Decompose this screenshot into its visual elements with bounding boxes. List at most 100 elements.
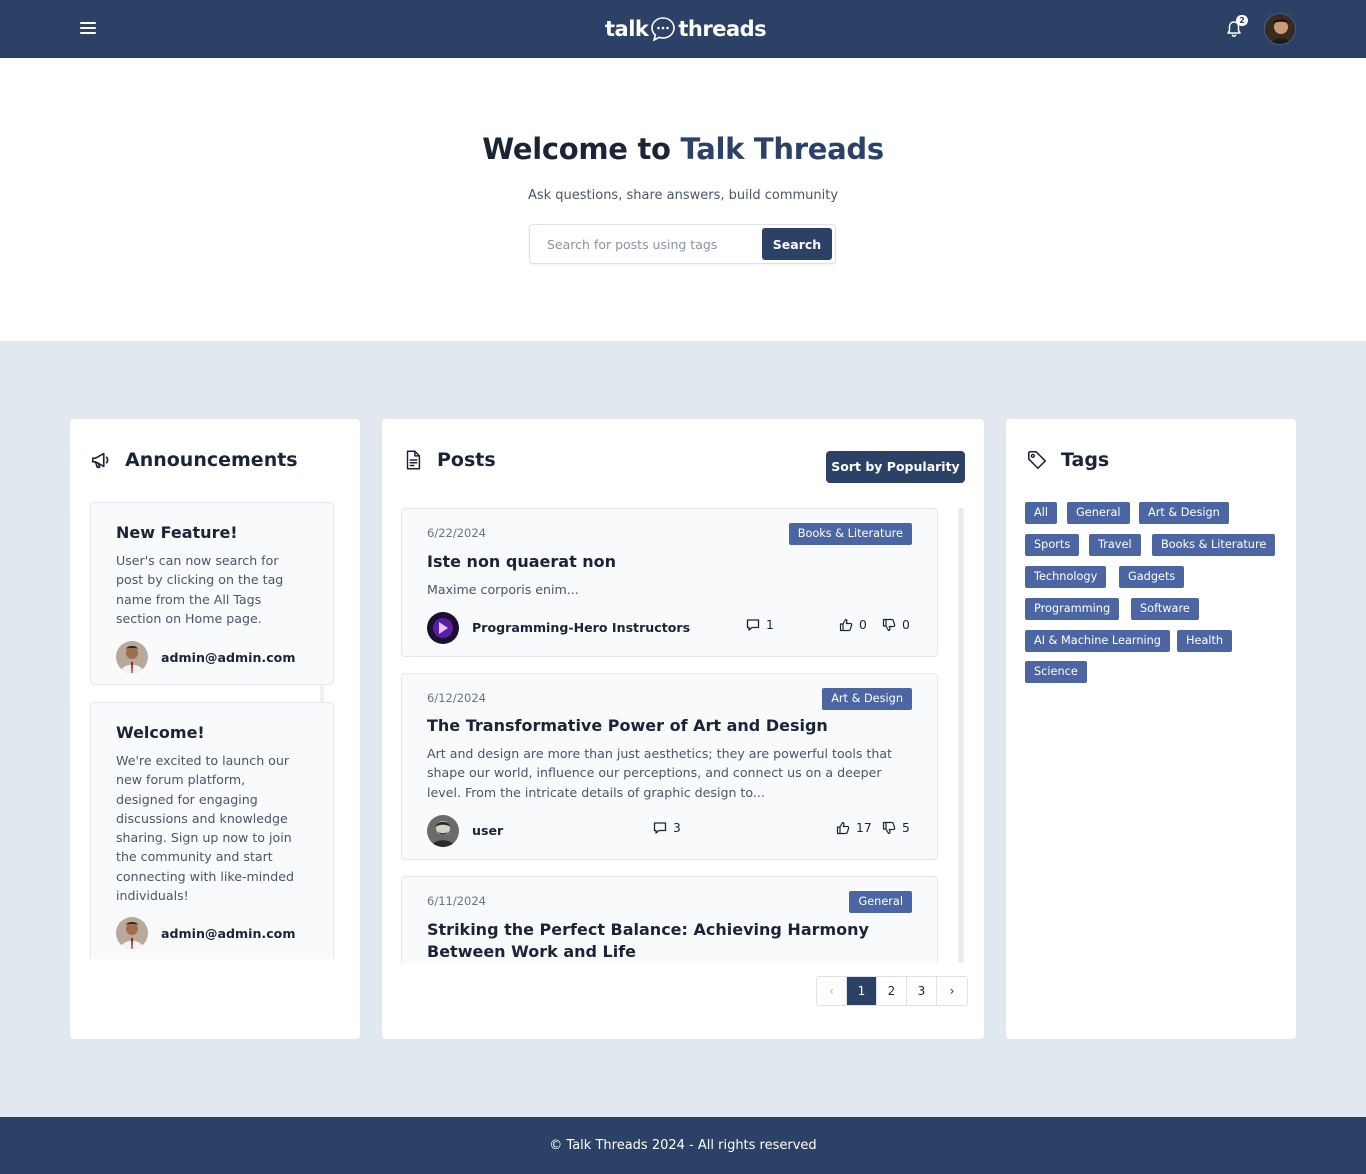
tag-health[interactable]: Health	[1177, 630, 1233, 652]
hero-title: Welcome to Talk Threads	[0, 132, 1366, 166]
thumbs-down-icon	[882, 618, 896, 632]
tag-sports[interactable]: Sports	[1025, 534, 1080, 556]
tags-header: Tags	[1026, 449, 1109, 471]
post-meta: Programming-Hero Instructors 1 0 0	[427, 612, 912, 644]
post-card[interactable]: 6/22/2024 Books & Literature Iste non qu…	[401, 508, 938, 657]
announcement-author: admin@admin.com	[116, 917, 295, 949]
footer: © Talk Threads 2024 - All rights reserve…	[0, 1117, 1366, 1174]
pagination-prev-button[interactable]: ‹	[817, 977, 847, 1005]
posts-header: Posts	[402, 449, 496, 471]
downvote-count: 5	[902, 821, 910, 835]
upvote-button[interactable]: 17	[836, 821, 872, 835]
post-card[interactable]: 6/12/2024 Art & Design The Transformativ…	[401, 673, 938, 860]
downvote-count: 0	[902, 618, 910, 632]
brand-right: threads	[678, 17, 767, 41]
pagination-page-1[interactable]: 1	[847, 977, 877, 1005]
author-avatar	[427, 815, 459, 847]
posts-list: 6/22/2024 Books & Literature Iste non qu…	[401, 508, 961, 963]
tag-gadgets[interactable]: Gadgets	[1119, 566, 1185, 588]
hero-title-accent: Talk Threads	[680, 132, 884, 166]
comment-count[interactable]: 1	[746, 618, 774, 632]
tag-general[interactable]: General	[1067, 502, 1130, 524]
post-meta: user 3 17 5	[427, 815, 912, 847]
comment-count[interactable]: 3	[653, 821, 681, 835]
search-input[interactable]	[531, 226, 759, 262]
author-avatar	[427, 612, 459, 644]
upvote-button[interactable]: 0	[839, 618, 867, 632]
tag-science[interactable]: Science	[1025, 661, 1087, 683]
tags-title: Tags	[1061, 449, 1110, 471]
thumbs-down-icon	[882, 821, 896, 835]
pagination-page-2[interactable]: 2	[877, 977, 907, 1005]
tag-all[interactable]: All	[1025, 502, 1058, 524]
search-form: Search	[529, 224, 836, 264]
announcement-body: User's can now search for post by clicki…	[116, 553, 284, 626]
tag-art-design[interactable]: Art & Design	[1139, 502, 1229, 524]
announcement-title: New Feature!	[116, 523, 238, 542]
announcement-item: New Feature! User's can now search for p…	[90, 502, 334, 685]
post-excerpt: Art and design are more than just aesthe…	[427, 746, 892, 800]
post-title[interactable]: The Transformative Power of Art and Desi…	[427, 716, 828, 735]
pagination: ‹ 1 2 3 ›	[816, 976, 968, 1006]
post-tag[interactable]: General	[849, 891, 912, 913]
tag-travel[interactable]: Travel	[1089, 534, 1141, 556]
announcement-body: We're excited to launch our new forum pl…	[116, 753, 295, 904]
post-tag[interactable]: Books & Literature	[788, 523, 912, 545]
tag-software[interactable]: Software	[1131, 598, 1199, 620]
announcements-title: Announcements	[125, 449, 298, 471]
post-date: 6/12/2024	[427, 691, 486, 705]
upvote-count: 0	[859, 618, 867, 632]
notification-badge: 2	[1236, 15, 1248, 26]
hero-section: Welcome to Talk Threads Ask questions, s…	[0, 58, 1366, 341]
announcements-list: New Feature! User's can now search for p…	[88, 501, 342, 959]
pagination-next-button[interactable]: ›	[937, 977, 967, 1005]
footer-copyright: © Talk Threads 2024 - All rights reserve…	[549, 1138, 817, 1153]
post-author[interactable]: Programming-Hero Instructors	[472, 620, 690, 635]
post-title[interactable]: Striking the Perfect Balance: Achieving …	[427, 919, 917, 963]
announcements-header: Announcements	[90, 449, 298, 471]
tag-technology[interactable]: Technology	[1025, 566, 1107, 588]
main-content: Announcements New Feature! User's can no…	[0, 341, 1366, 1117]
hero-subtitle: Ask questions, share answers, build comm…	[527, 188, 839, 203]
comment-icon	[746, 619, 760, 631]
post-date: 6/22/2024	[427, 526, 486, 540]
downvote-button[interactable]: 5	[882, 821, 910, 835]
tag-programming[interactable]: Programming	[1025, 598, 1120, 620]
posts-title: Posts	[437, 449, 496, 471]
top-navbar: talk threads 2	[0, 0, 1366, 58]
user-avatar[interactable]	[1264, 13, 1296, 45]
author-email: admin@admin.com	[161, 649, 296, 665]
author-avatar	[116, 641, 148, 673]
tag-icon	[1027, 450, 1047, 470]
post-title[interactable]: Iste non quaerat non	[427, 552, 616, 571]
post-author[interactable]: user	[472, 823, 503, 838]
brand-left: talk	[605, 17, 649, 41]
comment-icon	[653, 822, 667, 834]
search-button[interactable]: Search	[762, 228, 832, 260]
post-excerpt: Maxime corporis enim...	[427, 582, 579, 597]
brand-logo[interactable]: talk threads	[605, 14, 767, 44]
megaphone-icon	[91, 452, 109, 469]
tags-card: Tags All General Art & Design Sports Tra…	[1006, 419, 1296, 1039]
hamburger-menu-icon[interactable]	[80, 22, 96, 36]
post-card[interactable]: 6/11/2024 General Striking the Perfect B…	[401, 876, 938, 963]
comment-count-value: 3	[673, 821, 681, 835]
announcement-item: Welcome! We're excited to launch our new…	[90, 702, 334, 959]
hero-title-prefix: Welcome to	[482, 132, 671, 166]
announcement-title: Welcome!	[116, 723, 205, 742]
tag-books-literature[interactable]: Books & Literature	[1152, 534, 1276, 556]
comment-count-value: 1	[766, 618, 774, 632]
post-tag[interactable]: Art & Design	[822, 688, 912, 710]
pagination-page-3[interactable]: 3	[907, 977, 937, 1005]
author-email: admin@admin.com	[161, 925, 296, 941]
sort-by-popularity-button[interactable]: Sort by Popularity	[826, 451, 965, 483]
chat-bubble-icon	[651, 17, 676, 42]
downvote-button[interactable]: 0	[882, 618, 910, 632]
upvote-count: 17	[856, 821, 872, 835]
announcements-card: Announcements New Feature! User's can no…	[70, 419, 360, 1039]
thumbs-up-icon	[839, 618, 853, 632]
tag-ai-machine-learning[interactable]: AI & Machine Learning	[1025, 630, 1170, 652]
post-date: 6/11/2024	[427, 894, 486, 908]
author-avatar	[116, 917, 148, 949]
announcement-author: admin@admin.com	[116, 641, 295, 673]
